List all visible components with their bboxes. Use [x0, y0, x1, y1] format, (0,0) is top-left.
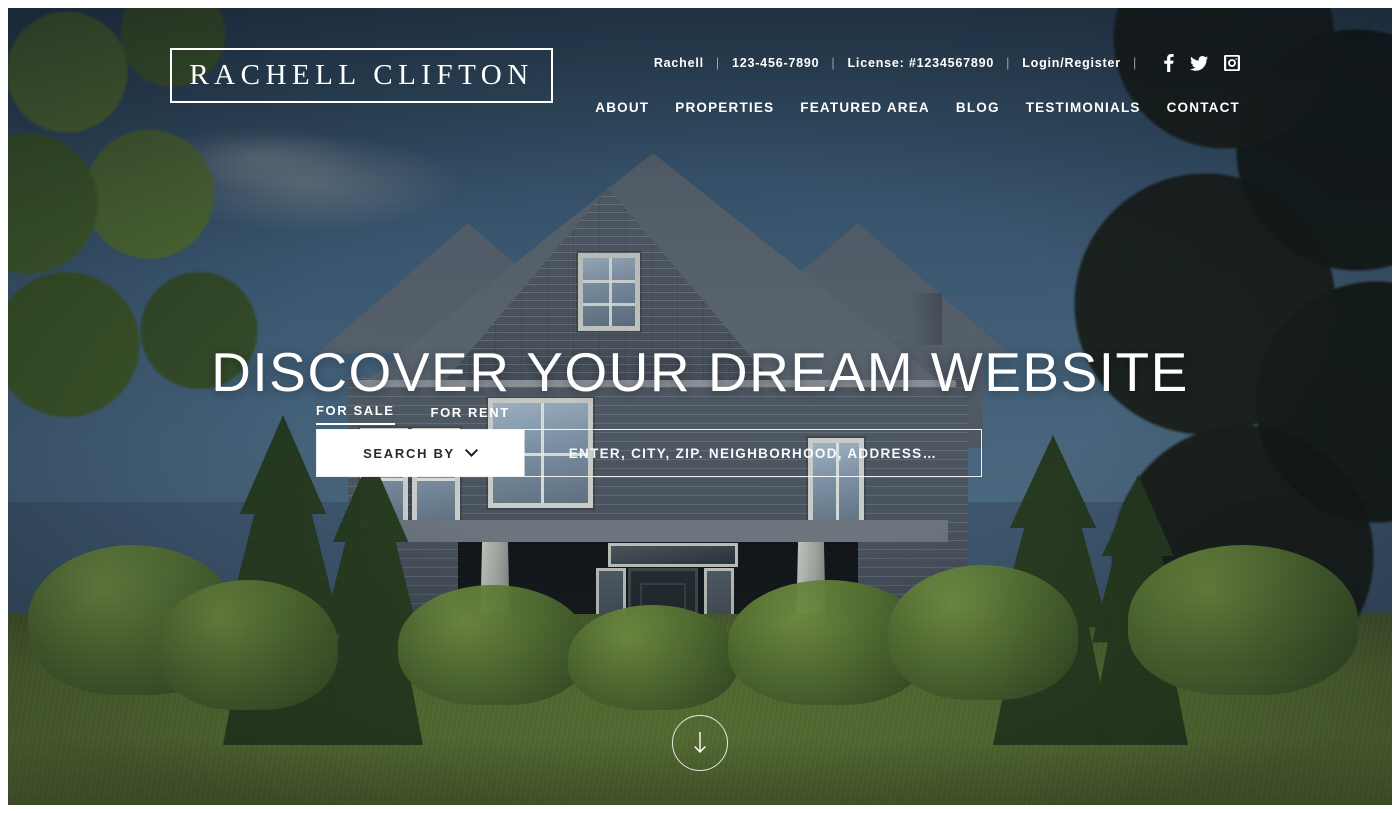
- search-input-container: [524, 430, 981, 476]
- nav-item-featured-area[interactable]: FEATURED AREA: [800, 100, 930, 115]
- nav-item-testimonials[interactable]: TESTIMONIALS: [1026, 100, 1141, 115]
- search-by-label: SEARCH BY: [363, 445, 455, 461]
- social-links: [1163, 54, 1240, 72]
- tab-for-sale[interactable]: FOR SALE: [316, 403, 395, 425]
- search-input[interactable]: [525, 430, 981, 476]
- nav-item-blog[interactable]: BLOG: [956, 100, 1000, 115]
- page-frame: RACHELL CLIFTON Rachell | 123-456-7890 |…: [8, 8, 1392, 805]
- login-register-link[interactable]: Login/Register: [1022, 56, 1121, 70]
- nav-item-properties[interactable]: PROPERTIES: [675, 100, 774, 115]
- agent-name: Rachell: [653, 56, 704, 70]
- property-search-bar: SEARCH BY: [316, 429, 982, 477]
- scroll-down-button[interactable]: [672, 715, 728, 771]
- phone-link[interactable]: 123-456-7890: [732, 56, 819, 70]
- separator: |: [715, 56, 720, 70]
- logo-text: RACHELL CLIFTON: [189, 59, 534, 91]
- nav-item-contact[interactable]: CONTACT: [1167, 100, 1240, 115]
- tab-for-rent[interactable]: FOR RENT: [431, 405, 510, 425]
- main-navigation: ABOUT PROPERTIES FEATURED AREA BLOG TEST…: [595, 100, 1240, 115]
- arrow-down-icon: [694, 732, 706, 754]
- facebook-icon[interactable]: [1163, 54, 1174, 72]
- search-type-tabs: FOR SALE FOR RENT: [316, 403, 510, 425]
- instagram-icon[interactable]: [1224, 55, 1240, 71]
- site-logo[interactable]: RACHELL CLIFTON: [170, 48, 553, 103]
- license-number: License: #1234567890: [847, 56, 995, 70]
- top-utility-bar: Rachell | 123-456-7890 | License: #12345…: [654, 54, 1240, 72]
- separator: |: [1132, 56, 1137, 70]
- chevron-down-icon: [464, 449, 478, 457]
- separator: |: [1006, 56, 1011, 70]
- hero-section: DISCOVER YOUR DREAM WEBSITE FOR SALE FOR…: [8, 8, 1392, 805]
- separator: |: [831, 56, 836, 70]
- page-title: DISCOVER YOUR DREAM WEBSITE: [211, 341, 1189, 403]
- search-by-dropdown[interactable]: SEARCH BY: [317, 430, 524, 476]
- twitter-icon[interactable]: [1190, 55, 1208, 71]
- nav-item-about[interactable]: ABOUT: [595, 100, 649, 115]
